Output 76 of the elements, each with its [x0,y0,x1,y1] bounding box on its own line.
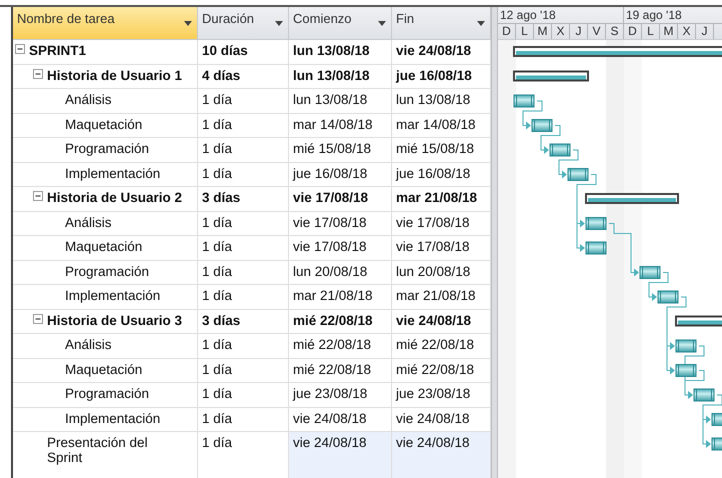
task-name: Análisis [65,214,112,230]
task-name: Programación [65,264,150,278]
start-date-cell: vie 17/08/18 [289,212,392,236]
duration-cell: 1 día [198,383,289,408]
task-name: Historia de Usuario 3 [47,312,182,328]
dropdown-arrow-icon[interactable] [477,21,485,26]
task-name: SPRINT1 [29,43,86,58]
task-name: Programación [65,386,150,401]
column-header[interactable]: Nombre de tarea [13,7,198,40]
day-label: S [606,24,624,39]
duration-cell: 1 día [198,408,289,432]
start-date-cell: vie 17/08/18 [289,187,392,212]
collapse-icon[interactable] [33,68,43,78]
dropdown-arrow-icon[interactable] [184,21,192,26]
start-date-cell: mié 22/08/18 [289,358,392,383]
start-date-cell: mar 21/08/18 [289,285,392,310]
day-label: D [498,24,516,39]
column-header[interactable]: Duración [198,7,289,40]
start-date-cell: mié 22/08/18 [289,310,392,334]
dropdown-arrow-icon[interactable] [378,21,386,26]
start-date-cell: mié 15/08/18 [289,138,392,162]
collapse-icon[interactable] [15,44,25,54]
start-date-cell: mié 22/08/18 [289,334,392,358]
duration-cell: 10 días [198,40,289,64]
duration-cell: 1 día [198,358,289,383]
start-date-cell: lun 13/08/18 [289,40,392,64]
collapse-icon[interactable] [33,191,43,201]
task-name: Implementación [65,166,160,180]
duration-cell: 3 días [198,310,289,334]
start-date-cell: lun 20/08/18 [289,260,392,285]
day-label: V [588,24,606,39]
day-label: X [678,24,696,39]
timescale-label: 19 ago '18 [624,7,722,24]
task-name: Historia de Usuario 2 [47,190,182,205]
start-date-cell: jue 23/08/18 [289,383,392,408]
start-date-cell: vie 24/08/18 [289,432,392,478]
duration-cell: 4 días [198,64,289,89]
task-name: Análisis [65,337,112,352]
task-name: Presentación del Sprint [47,435,149,465]
duration-cell: 1 día [198,334,289,358]
day-label: J [696,24,714,39]
task-name: Maquetación [65,239,142,254]
day-label: M [660,24,678,39]
start-date-cell: lun 13/08/18 [289,64,392,89]
task-name: Implementación [65,288,160,303]
duration-cell: 1 día [198,260,289,285]
day-label: L [516,24,534,39]
duration-cell: 1 día [198,236,289,260]
duration-cell: 1 día [198,114,289,138]
day-label: L [642,24,660,39]
collapse-icon[interactable] [33,314,43,324]
task-name: Maquetación [65,362,142,376]
day-label: D [624,24,642,39]
day-label: J [570,24,588,39]
dropdown-arrow-icon[interactable] [275,21,283,26]
column-header[interactable]: Comienzo [289,7,392,40]
start-date-cell: lun 13/08/18 [289,89,392,114]
duration-cell: 1 día [198,285,289,310]
task-name: Implementación [65,410,160,426]
task-name: Análisis [65,92,112,107]
duration-cell: 3 días [198,187,289,212]
start-date-cell: vie 17/08/18 [289,236,392,260]
task-name: Historia de Usuario 1 [47,68,182,82]
start-date-cell: mar 14/08/18 [289,114,392,138]
task-name: Maquetación [65,116,142,132]
day-label: M [534,24,552,39]
duration-cell: 1 día [198,89,289,114]
task-name: Programación [65,141,150,156]
timescale-label: 12 ago '18 [498,7,624,24]
duration-cell: 1 día [198,212,289,236]
start-date-cell: jue 16/08/18 [289,162,392,187]
duration-cell: 1 día [198,138,289,162]
duration-cell: 1 día [198,162,289,187]
end-date-cell: vie 24/08/18 [392,432,491,478]
column-header[interactable]: Fin [392,7,491,40]
day-label: X [552,24,570,39]
